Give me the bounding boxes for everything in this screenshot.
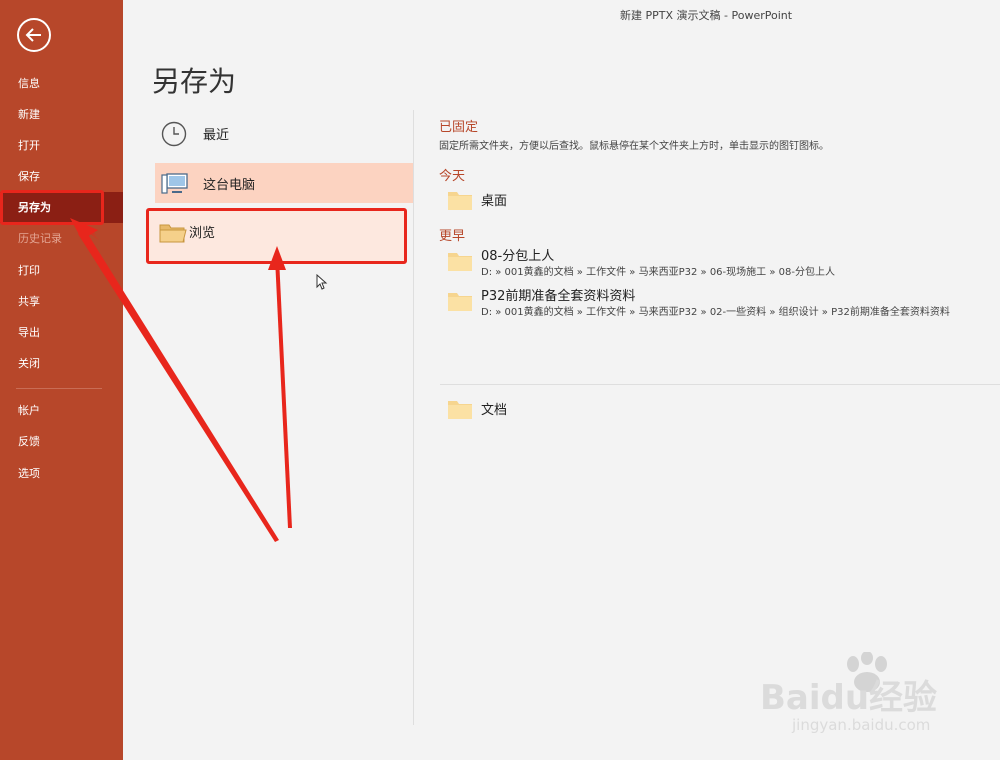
watermark-brand: Baidu经验 — [760, 678, 938, 718]
baidu-watermark: Baidu经验 jingyan.baidu.com — [760, 652, 960, 742]
watermark-url: jingyan.baidu.com — [792, 716, 931, 734]
mouse-cursor-icon — [316, 274, 328, 290]
annotation-arrows — [70, 218, 292, 542]
